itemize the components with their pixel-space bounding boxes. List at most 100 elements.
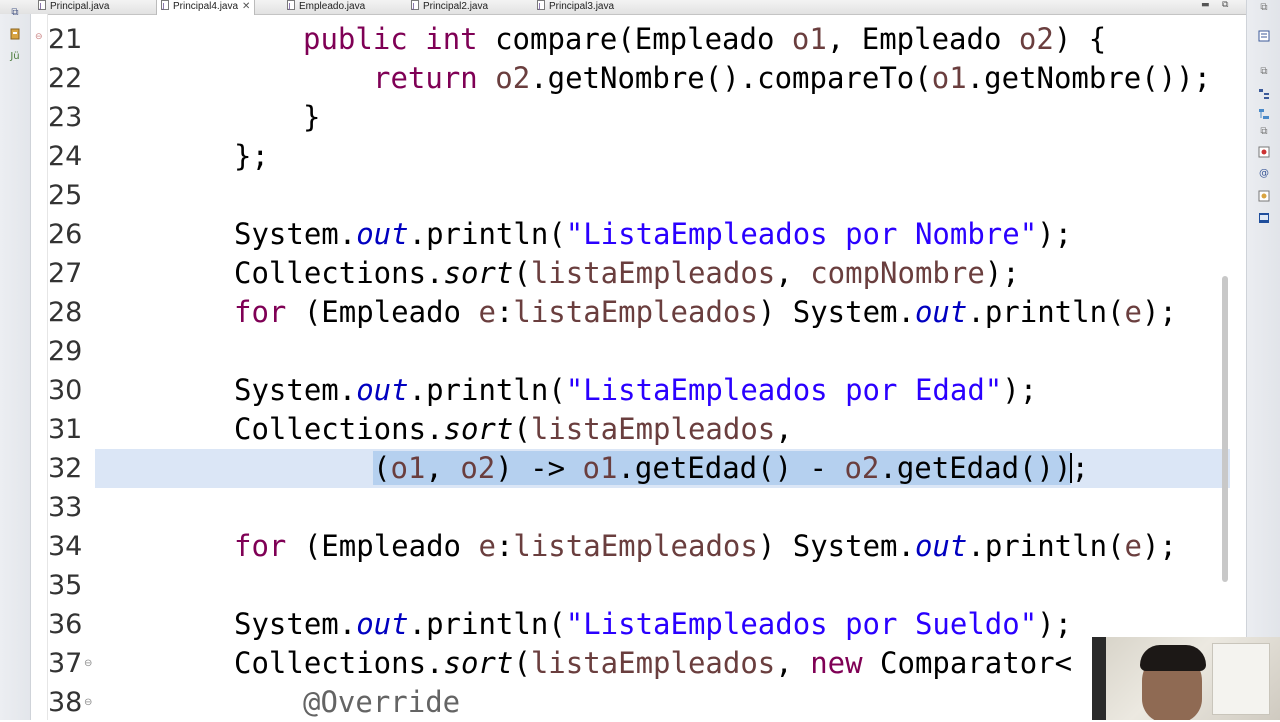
code-line[interactable]: 38 ⊖ @Override bbox=[0, 683, 1230, 722]
code-text: public int compare(Empleado o1, Empleado… bbox=[303, 20, 1106, 59]
code-token: e bbox=[478, 295, 496, 329]
minimize-icon[interactable]: ▬ bbox=[1201, 0, 1210, 10]
line-number: 30 bbox=[48, 375, 83, 406]
code-line[interactable]: 21 public int compare(Empleado o1, Emplea… bbox=[0, 20, 1230, 59]
svg-text:J: J bbox=[39, 2, 42, 10]
tab-principal3[interactable]: J Principal3.java bbox=[537, 0, 614, 14]
code-line[interactable]: 31 Collections.sort(listaEmpleados, bbox=[0, 410, 1230, 449]
tab-label: Principal3.java bbox=[549, 1, 615, 12]
code-line[interactable]: 29 bbox=[0, 332, 1230, 371]
code-token: ; bbox=[1071, 451, 1089, 485]
tab-label: Empleado.java bbox=[299, 1, 366, 12]
line-number: 29 bbox=[48, 336, 83, 367]
code-token: o2 bbox=[495, 61, 531, 95]
line-number: 36 bbox=[48, 609, 83, 640]
code-line[interactable]: 34 for (Empleado e:listaEmpleados) System… bbox=[0, 527, 1230, 566]
javadoc-icon[interactable]: @ bbox=[1258, 168, 1270, 180]
java-file-icon: J bbox=[38, 0, 46, 10]
svg-text:J: J bbox=[162, 2, 165, 10]
code-text: (o1, o2) -> o1.getEdad() - o2.getEdad())… bbox=[373, 449, 1089, 488]
code-text: System.out.println("ListaEmpleados por E… bbox=[234, 371, 1037, 410]
svg-text:J: J bbox=[412, 2, 415, 10]
code-text: }; bbox=[234, 137, 269, 176]
code-token: sort bbox=[443, 646, 514, 680]
code-token: (Empleado bbox=[286, 529, 479, 563]
minimize-icon[interactable]: ⧉ bbox=[8, 6, 22, 20]
minimize-icon[interactable]: ⧉ bbox=[1258, 2, 1270, 14]
code-token: Collections. bbox=[234, 256, 444, 290]
code-token: ); bbox=[1002, 373, 1038, 407]
line-number: 32 bbox=[48, 453, 83, 484]
java-file-icon: J bbox=[161, 0, 169, 10]
selected-token: .getEdad() - bbox=[617, 451, 845, 485]
code-token: @Override bbox=[303, 685, 461, 719]
java-file-icon: J bbox=[537, 0, 545, 10]
minimize-icon[interactable]: ⧉ bbox=[1258, 126, 1270, 138]
code-line[interactable]: 28 for (Empleado e:listaEmpleados) System… bbox=[0, 293, 1230, 332]
code-token: , bbox=[775, 412, 793, 446]
code-token: int bbox=[425, 22, 478, 56]
right-trim-stack: ⧉ ⧉ ⧉ @ bbox=[1246, 0, 1280, 720]
code-line[interactable]: 27 Collections.sort(listaEmpleados, compN… bbox=[0, 254, 1230, 293]
declaration-icon[interactable] bbox=[1258, 190, 1270, 202]
code-token: out bbox=[356, 607, 409, 641]
tab-empleado[interactable]: J Empleado.java bbox=[287, 0, 365, 14]
fold-toggle-icon[interactable]: ⊖ bbox=[84, 644, 92, 683]
line-number: 24 bbox=[48, 141, 83, 172]
code-token: .println( bbox=[408, 607, 566, 641]
code-text: Collections.sort(listaEmpleados, bbox=[234, 410, 793, 449]
selected-token: o2 bbox=[844, 451, 880, 485]
hierarchy-icon[interactable] bbox=[1258, 108, 1270, 120]
code-text: @Override bbox=[303, 683, 460, 722]
selected-token: , bbox=[425, 451, 461, 485]
code-line[interactable]: 30 System.out.println("ListaEmpleados por… bbox=[0, 371, 1230, 410]
restore-icon[interactable]: ⧉ bbox=[1222, 0, 1228, 10]
code-line[interactable]: 35 bbox=[0, 566, 1230, 605]
code-line[interactable]: 25 bbox=[0, 176, 1230, 215]
line-number: 28 bbox=[48, 297, 83, 328]
java-file-icon: J bbox=[287, 0, 295, 10]
code-line[interactable]: 26 System.out.println("ListaEmpleados por… bbox=[0, 215, 1230, 254]
line-number: 33 bbox=[48, 492, 83, 523]
vertical-scrollbar[interactable] bbox=[1222, 276, 1228, 582]
code-token: ); bbox=[1141, 529, 1177, 563]
selected-token: o2 bbox=[460, 451, 496, 485]
code-token: out bbox=[356, 373, 409, 407]
code-token: } bbox=[303, 100, 321, 134]
code-text: System.out.println("ListaEmpleados por N… bbox=[234, 215, 1072, 254]
code-line[interactable]: 36 System.out.println("ListaEmpleados por… bbox=[0, 605, 1230, 644]
code-line[interactable]: 33 bbox=[0, 488, 1230, 527]
code-line[interactable]: 23} bbox=[0, 98, 1230, 137]
selected-token: ) -> bbox=[495, 451, 583, 485]
code-token: new bbox=[810, 646, 863, 680]
code-token: "ListaEmpleados por Nombre" bbox=[565, 217, 1038, 251]
code-line[interactable]: 22 return o2.getNombre().compareTo(o1.get… bbox=[0, 59, 1230, 98]
fold-toggle-icon[interactable]: ⊖ bbox=[84, 683, 92, 722]
minimize-icon[interactable]: ⧉ bbox=[1258, 66, 1270, 78]
console-icon[interactable] bbox=[1258, 212, 1270, 224]
code-token: sort bbox=[443, 256, 514, 290]
tab-principal4[interactable]: J Principal4.java ✕ bbox=[156, 0, 256, 15]
code-line[interactable]: 37 ⊖ Collections.sort(listaEmpleados, new … bbox=[0, 644, 1230, 683]
code-token: ) System. bbox=[757, 529, 915, 563]
code-token: System. bbox=[234, 217, 357, 251]
code-token: ( bbox=[513, 256, 531, 290]
svg-text:J: J bbox=[288, 2, 291, 10]
outline-icon[interactable] bbox=[1258, 88, 1270, 100]
tab-label: Principal.java bbox=[50, 1, 110, 12]
line-number: 25 bbox=[48, 180, 83, 211]
code-token: sort bbox=[443, 412, 514, 446]
close-icon[interactable]: ✕ bbox=[242, 1, 250, 12]
code-token: ); bbox=[984, 256, 1020, 290]
code-line[interactable]: 32 (o1, o2) -> o1.getEdad() - o2.getEdad(… bbox=[48, 449, 1230, 488]
tab-principal2[interactable]: J Principal2.java bbox=[411, 0, 488, 14]
code-token: "ListaEmpleados por Edad" bbox=[565, 373, 1003, 407]
code-token: , bbox=[775, 646, 811, 680]
code-token: out bbox=[356, 217, 409, 251]
code-token: o1 bbox=[931, 61, 967, 95]
problems-icon[interactable] bbox=[1258, 146, 1270, 158]
tab-principal[interactable]: J Principal.java bbox=[38, 0, 109, 14]
code-line[interactable]: 24}; bbox=[0, 137, 1230, 176]
task-list-icon[interactable] bbox=[1258, 30, 1270, 42]
